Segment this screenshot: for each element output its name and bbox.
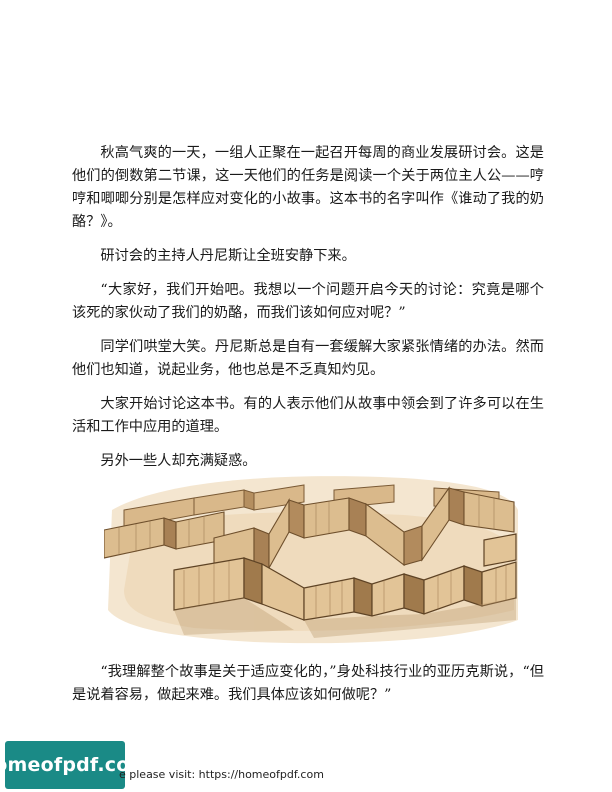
paragraph-question: “大家好，我们开始吧。我想以一个问题开启今天的讨论：究竟是哪个该死的家伙动了我们… — [72, 282, 544, 321]
paragraph-laughter: 同学们哄堂大笑。丹尼斯总是自有一套缓解大家紧张情绪的办法。然而他们也知道，说起业… — [72, 339, 544, 378]
maze-illustration — [104, 476, 518, 644]
paragraph-discussion: 大家开始讨论这本书。有的人表示他们从故事中领会到了许多可以在生活和工作中应用的道… — [72, 396, 544, 435]
homeofpdf-logo-badge[interactable]: homeofpdf.com — [0, 741, 149, 789]
body-text-top: 秋高气爽的一天，一组人正聚在一起召开每周的商业发展研讨会。这是他们的倒数第二节课… — [72, 142, 544, 484]
paragraph-intro: 秋高气爽的一天，一组人正聚在一起召开每周的商业发展研讨会。这是他们的倒数第二节课… — [72, 145, 544, 230]
body-text-bottom: “我理解整个故事是关于适应变化的，”身处科技行业的亚历克斯说，“但是说着容易，做… — [72, 661, 544, 718]
book-page: 秋高气爽的一天，一组人正聚在一起召开每周的商业发展研讨会。这是他们的倒数第二节课… — [0, 0, 612, 792]
paragraph-host: 研讨会的主持人丹尼斯让全班安静下来。 — [100, 248, 356, 264]
paragraph-alex: “我理解整个故事是关于适应变化的，”身处科技行业的亚历克斯说，“但是说着容易，做… — [72, 664, 544, 703]
watermark-footer-text[interactable]: e please visit: https://homeofpdf.com — [119, 768, 324, 781]
